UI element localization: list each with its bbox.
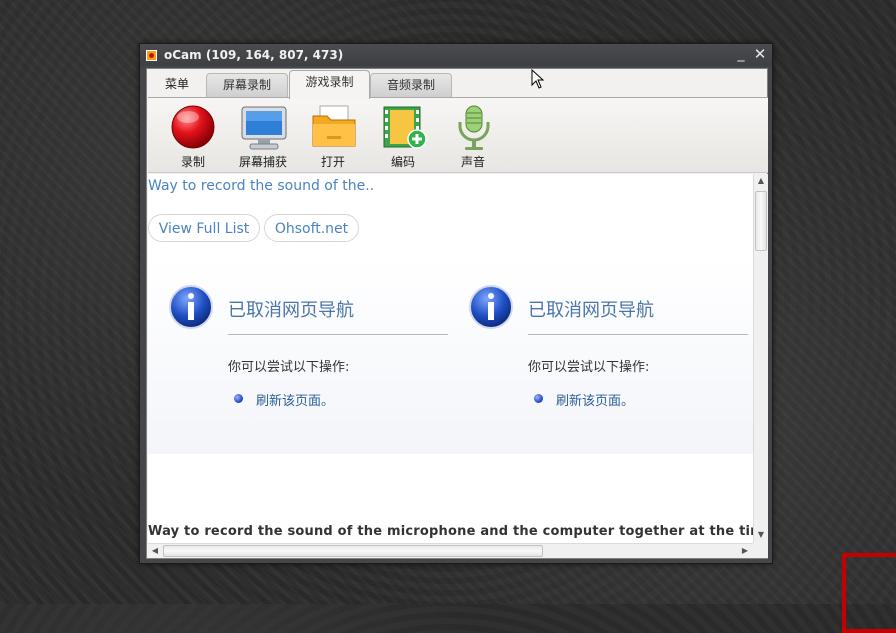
record-button[interactable]: 录制 [158, 102, 228, 170]
error-title: 已取消网页导航 [228, 300, 354, 321]
ocam-window: oCam (109, 164, 807, 473) _ ✕ 菜单 屏幕录制 游戏… [139, 43, 773, 564]
error-divider [528, 334, 748, 335]
film-icon [383, 106, 427, 149]
ocam-app-icon [146, 50, 157, 61]
browser-content: Way to record the sound of the.. View Fu… [148, 174, 753, 543]
error-title: 已取消网页导航 [528, 300, 654, 321]
refresh-page-link[interactable]: 刷新该页面。 [556, 390, 634, 409]
window-title: oCam (109, 164, 807, 473) [164, 48, 344, 62]
bullet-icon [234, 394, 243, 403]
scroll-left-icon[interactable]: ◀ [148, 544, 162, 558]
screen-recording-frame [842, 553, 896, 633]
codec-button[interactable]: 编码 [368, 102, 438, 170]
ohsoft-link-button[interactable]: Ohsoft.net [264, 214, 359, 242]
scroll-right-icon[interactable]: ▶ [738, 544, 752, 558]
article-link[interactable]: Way to record the sound of the.. [148, 178, 374, 194]
error-panel-right: 已取消网页导航 你可以尝试以下操作: 刷新该页面。 [448, 284, 748, 524]
horizontal-scroll-thumb[interactable] [163, 545, 543, 557]
codec-label: 编码 [390, 155, 415, 169]
window-client-area: 菜单 屏幕录制 游戏录制 音频录制 录制 屏幕捕获 打开 编码 声音 Way t… [146, 68, 768, 559]
open-label: 打开 [320, 155, 345, 169]
tab-game-recording[interactable]: 游戏录制 [289, 70, 370, 99]
monitor-icon [241, 106, 287, 150]
view-full-list-button[interactable]: View Full List [148, 214, 260, 242]
scroll-down-icon[interactable]: ▼ [754, 528, 768, 542]
refresh-page-link[interactable]: 刷新该页面。 [256, 390, 334, 409]
folder-icon [312, 105, 356, 147]
error-divider [228, 334, 448, 335]
horizontal-scrollbar[interactable]: ◀ ▶ [148, 543, 753, 558]
record-label: 录制 [180, 155, 205, 169]
article-headline[interactable]: Way to record the sound of the microphon… [148, 524, 753, 539]
title-bar[interactable]: oCam (109, 164, 807, 473) _ ✕ [140, 44, 772, 66]
close-button[interactable]: ✕ [752, 46, 768, 62]
vertical-scroll-thumb[interactable] [755, 191, 767, 251]
embedded-browser: Way to record the sound of the.. View Fu… [148, 174, 768, 558]
bullet-icon [534, 394, 543, 403]
error-panel-left: 已取消网页导航 你可以尝试以下操作: 刷新该页面。 [148, 284, 448, 524]
open-button[interactable]: 打开 [298, 102, 368, 170]
error-subtitle: 你可以尝试以下操作: [228, 360, 350, 375]
microphone-icon [458, 105, 490, 150]
info-icon [169, 285, 213, 329]
scroll-up-icon[interactable]: ▲ [754, 174, 768, 188]
tab-bar: 菜单 屏幕录制 游戏录制 音频录制 [148, 70, 768, 99]
record-icon [171, 105, 215, 149]
toolbar: 录制 屏幕捕获 打开 编码 声音 [148, 97, 768, 173]
tab-screen-recording[interactable]: 屏幕录制 [206, 73, 288, 97]
screen-capture-button[interactable]: 屏幕捕获 [228, 102, 298, 170]
sound-button[interactable]: 声音 [438, 102, 508, 170]
vertical-scrollbar[interactable]: ▲ ▼ [753, 174, 768, 543]
screen-capture-label: 屏幕捕获 [238, 155, 287, 169]
sound-label: 声音 [460, 155, 485, 169]
error-subtitle: 你可以尝试以下操作: [528, 360, 650, 375]
scrollbar-corner [753, 543, 768, 558]
minimize-button[interactable]: _ [733, 46, 749, 62]
info-icon [469, 285, 513, 329]
tab-audio-recording[interactable]: 音频录制 [370, 73, 452, 97]
tab-menu[interactable]: 菜单 [150, 73, 204, 97]
mouse-cursor-icon [531, 69, 545, 89]
